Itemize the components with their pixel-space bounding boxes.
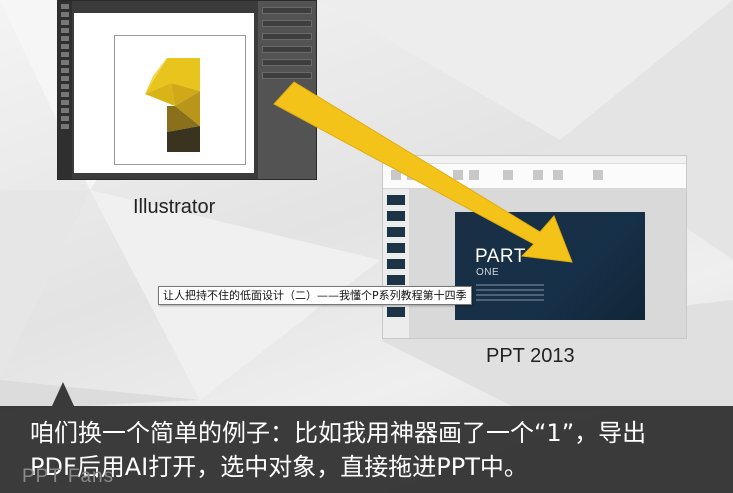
panel-row[interactable] [262, 33, 312, 40]
ribbon-icon[interactable] [533, 170, 543, 180]
ribbon-icon[interactable] [407, 170, 417, 180]
panel-row[interactable] [262, 59, 312, 66]
artboard [114, 35, 246, 165]
powerpoint-titlebar [383, 156, 686, 164]
slide-thumbnail[interactable] [387, 227, 405, 237]
tool-icon[interactable] [61, 20, 69, 25]
panel-row[interactable] [262, 20, 312, 27]
slide-thumbnail[interactable] [387, 275, 405, 285]
illustrator-window [57, 0, 317, 180]
caption-pointer [52, 382, 74, 406]
ribbon-icon[interactable] [391, 170, 401, 180]
slide-subtitle: ONE [476, 267, 500, 278]
tool-icon[interactable] [61, 60, 69, 65]
ribbon-icon[interactable] [469, 170, 479, 180]
lowpoly-number-one-artwork[interactable] [115, 36, 245, 164]
tool-icon[interactable] [61, 76, 69, 81]
slide-thumbnail[interactable] [387, 307, 405, 317]
slide-thumbnail[interactable] [387, 259, 405, 269]
tool-icon[interactable] [61, 100, 69, 105]
ribbon-icon[interactable] [593, 170, 603, 180]
tool-icon[interactable] [61, 12, 69, 17]
panel-row[interactable] [262, 72, 312, 79]
tool-icon[interactable] [61, 44, 69, 49]
tool-icon[interactable] [61, 108, 69, 113]
illustrator-panel [258, 1, 316, 179]
ribbon-icon[interactable] [503, 170, 513, 180]
tool-icon[interactable] [61, 68, 69, 73]
illustrator-canvas[interactable] [74, 13, 254, 173]
ribbon-icon[interactable] [453, 170, 463, 180]
ribbon-icon[interactable] [423, 170, 433, 180]
powerpoint-label: PPT 2013 [486, 345, 575, 367]
tool-icon[interactable] [61, 124, 69, 129]
tool-icon[interactable] [61, 28, 69, 33]
tool-icon[interactable] [61, 116, 69, 121]
illustrator-label: Illustrator [133, 196, 216, 218]
watermark-logo: PPT Fans [22, 466, 115, 487]
slide-body-text [476, 284, 544, 304]
powerpoint-ribbon [383, 164, 686, 189]
tool-icon[interactable] [61, 36, 69, 41]
tool-icon[interactable] [61, 92, 69, 97]
slide-thumbnail[interactable] [387, 195, 405, 205]
slide-title: PART [475, 246, 526, 267]
ribbon-icon[interactable] [553, 170, 563, 180]
tool-icon[interactable] [61, 52, 69, 57]
current-slide[interactable]: PART ONE [455, 212, 645, 320]
panel-row[interactable] [262, 46, 312, 53]
slide-editing-area[interactable]: PART ONE [410, 189, 686, 338]
slide-thumbnail[interactable] [387, 211, 405, 221]
slide-thumbnail[interactable] [387, 243, 405, 253]
caption-line-1: 咱们换一个简单的例子：比如我用神器画了一个“1”，导出 [30, 419, 647, 447]
illustrator-toolbar [58, 1, 72, 179]
tool-icon[interactable] [61, 4, 69, 9]
panel-row[interactable] [262, 7, 312, 14]
tool-icon[interactable] [61, 84, 69, 89]
video-title-tooltip: 让人把持不住的低面设计（二）——我懂个P系列教程第十四季 [158, 286, 472, 305]
powerpoint-window: PART ONE [382, 155, 687, 339]
slide-thumbnail-pane [383, 189, 410, 338]
